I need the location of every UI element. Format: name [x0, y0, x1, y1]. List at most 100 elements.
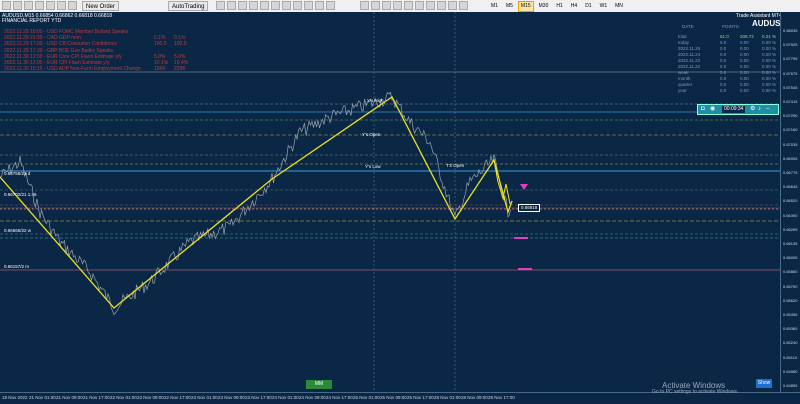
price-tick: 0.65110 [783, 354, 798, 360]
news-text: 2022.11.29 18:00 - USD FOMC Member Bulla… [4, 29, 129, 35]
chart-subtitle: FINANCIAL REPORT YTD [2, 18, 62, 24]
navigator-icon[interactable] [46, 1, 55, 10]
templates-icon[interactable] [326, 1, 335, 10]
toolbar-draw-icons [360, 1, 468, 11]
timeframe-m15[interactable]: M15 [517, 1, 534, 12]
mini-toolbar: ◘ ◉ 00:09:34 ⚙ ♪ – [697, 104, 779, 115]
cursor-icon[interactable] [360, 1, 369, 10]
timeframe-h4[interactable]: H4 [568, 1, 580, 12]
tile-windows-icon[interactable] [271, 1, 280, 10]
autoscroll-icon[interactable] [282, 1, 291, 10]
news-forecast: 5.0% [154, 53, 166, 60]
price-tick: 0.66645 [783, 184, 798, 190]
trade-stats-panel: DATE POINTS total 61.0 209.72 0.21 % today 0.0 0… [662, 14, 780, 104]
time-tick: 22 Nov 17:00 [164, 395, 191, 400]
price-tick: 0.66520 [783, 198, 798, 204]
timeframe-w1[interactable]: W1 [597, 1, 611, 12]
news-text: 2022.11.29 17:00 - USD CB Consumer Confi… [4, 41, 118, 48]
price-series [0, 91, 512, 316]
new-order-label: New Order [86, 4, 116, 10]
new-order-button[interactable]: New Order [82, 1, 120, 11]
strategy-tester-icon[interactable] [68, 1, 77, 10]
crosshair-icon[interactable] [371, 1, 380, 10]
price-tick: 0.66005 [783, 255, 798, 261]
price-tick: 0.67675 [783, 70, 798, 76]
terminal-icon[interactable] [57, 1, 66, 10]
time-tick: 24 Nov 01:00 [272, 395, 299, 400]
arrows-icon[interactable] [459, 1, 468, 10]
price-tick: 0.67925 [783, 42, 798, 48]
panel-cell-c: 0.00 % [762, 40, 777, 45]
news-text: 2022.11.30 15:15 - USD ADP Non-Farm Empl… [4, 66, 141, 73]
news-item: 2022.11.30 15:15 - USD ADP Non-Farm Empl… [4, 66, 186, 73]
panel-header-cell: POINTS [722, 24, 739, 29]
chart-shift-icon[interactable] [293, 1, 302, 10]
timeframe-d1[interactable]: D1 [582, 1, 594, 12]
line-chart-icon[interactable] [238, 1, 247, 10]
zoom-out-icon[interactable] [260, 1, 269, 10]
new-chart-icon[interactable] [2, 1, 11, 10]
panel-cell-label: today [678, 40, 690, 45]
panel-cell-c: 0.00 % [762, 52, 777, 57]
news-item: 2022.11.30 12:00 - EUR Core CPI Flash Es… [4, 54, 185, 60]
panel-cell-a: 0.0 [720, 70, 727, 75]
time-tick: 28 Nov 09:00 [461, 395, 488, 400]
mm-label: MM [314, 381, 324, 387]
panel-cell-b: 0.00 [740, 64, 749, 69]
timeframe-h1[interactable]: H1 [553, 1, 565, 12]
timeframe-bar: M1 M5 M15 M30 H1 H4 D1 W1 MN [488, 1, 626, 12]
periods-icon[interactable] [315, 1, 324, 10]
pending-marker [518, 268, 532, 270]
time-tick: 23 Nov 01:00 [191, 395, 218, 400]
candle-chart-icon[interactable] [227, 1, 236, 10]
news-previous: 239K [174, 66, 186, 73]
bar-chart-icon[interactable] [216, 1, 225, 10]
price-tick: 0.65495 [783, 312, 798, 317]
panel-cell-c: 0.00 % [762, 88, 777, 93]
price-tick: 0.64980 [783, 368, 798, 374]
indicators-icon[interactable] [304, 1, 313, 10]
activation-watermark-sub: Go to PC settings to activate Windows. [652, 389, 739, 395]
timeframe-m30[interactable]: M30 [536, 1, 552, 12]
fibonacci-icon[interactable] [426, 1, 435, 10]
timeframe-mn[interactable]: MN [612, 1, 626, 12]
market-watch-icon[interactable] [24, 1, 33, 10]
text-icon[interactable] [437, 1, 446, 10]
show-button[interactable]: Show [756, 379, 772, 388]
horizontal-line-icon[interactable] [393, 1, 402, 10]
time-tick: 24 Nov 17:00 [326, 395, 353, 400]
panel-cell-b: 0.00 [740, 40, 749, 45]
price-axis[interactable]: 0.68035 0.67925 0.67795 0.67675 0.67545 0.674… [780, 12, 800, 392]
panel-cell-label: year [678, 88, 687, 93]
profiles-icon[interactable] [13, 1, 22, 10]
price-tick: 0.67160 [783, 127, 798, 133]
data-window-icon[interactable] [35, 1, 44, 10]
channel-icon[interactable] [415, 1, 424, 10]
price-tick: 0.68035 [783, 28, 798, 33]
time-tick: 23 Nov 17:00 [245, 395, 272, 400]
camera-icon[interactable]: ◘ [701, 106, 705, 113]
vertical-line-icon[interactable] [382, 1, 391, 10]
mm-button[interactable]: MM [306, 380, 332, 389]
panel-cell-c: 0.00 % [762, 76, 777, 81]
autotrading-button[interactable]: AutoTrading [168, 1, 209, 11]
y-high-label: Y's High [367, 98, 384, 103]
news-text: 2022.11.29 21:30 - CAD GDP m/m [4, 35, 81, 42]
settings-icon[interactable]: ⚙ [750, 106, 755, 113]
price-tick: 0.65240 [783, 340, 798, 346]
trendline-icon[interactable] [404, 1, 413, 10]
news-item: 2022.11.29 18:00 - USD FOMC Member Bulla… [4, 29, 128, 35]
panel-cell-b: 0.00 [740, 46, 749, 51]
zoom-in-icon[interactable] [249, 1, 258, 10]
eye-icon[interactable]: ◉ [710, 106, 715, 113]
panel-cell-c: 0.21 % [762, 34, 777, 39]
y-low-label: Y's Low [365, 164, 381, 169]
timeframe-m5[interactable]: M5 [503, 1, 516, 12]
label-icon[interactable] [448, 1, 457, 10]
price-tick: 0.66390 [783, 212, 798, 218]
panel-cell-a: 0.0 [720, 40, 727, 45]
minimize-icon[interactable]: – [766, 106, 769, 113]
sound-icon[interactable]: ♪ [758, 106, 761, 113]
timeframe-m1[interactable]: M1 [488, 1, 501, 12]
panel-cell-label: 2022.11.22 [678, 64, 701, 69]
